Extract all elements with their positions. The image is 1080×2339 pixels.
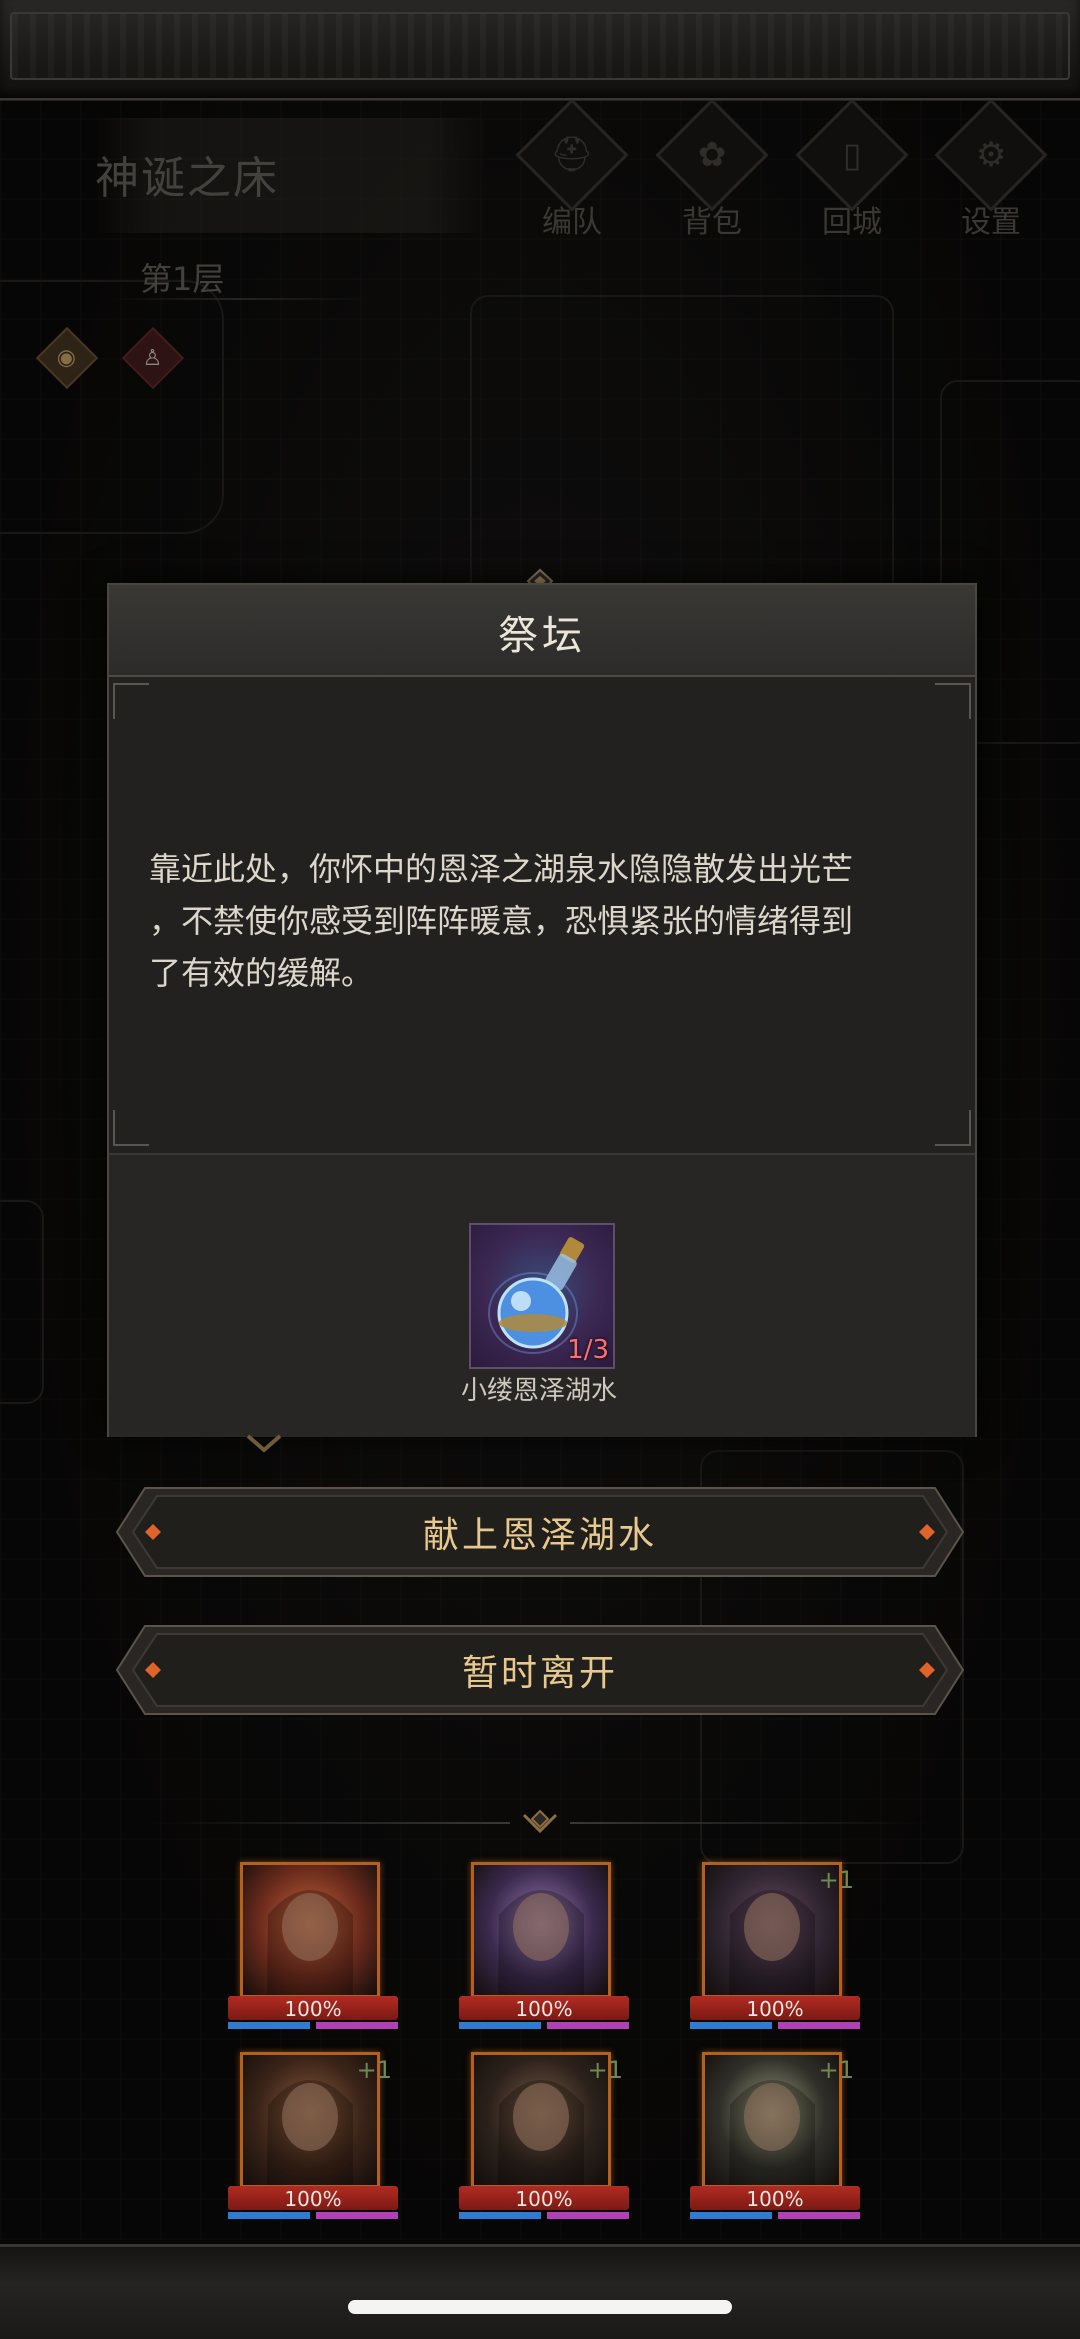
reward-item-name: 小缕恩泽湖水 <box>460 1376 617 1406</box>
hero-hp-text: 100% <box>746 1997 804 2021</box>
leave-label: 暂时离开 <box>461 1653 618 1694</box>
hero-mp-bar <box>690 2022 772 2029</box>
offer-water-button[interactable]: 献上恩泽湖水 <box>115 1486 965 1578</box>
chevron-down-icon <box>246 1434 282 1453</box>
leave-button[interactable]: 暂时离开 <box>115 1624 965 1716</box>
hero-hp-text: 100% <box>515 2187 573 2211</box>
dialog-description: 靠近此处，你怀中的恩泽之湖泉水隐隐散发出光芒 ，不禁使你感受到阵阵暖意，恐惧紧张… <box>149 850 854 992</box>
party-divider <box>570 1822 930 1824</box>
hero-sp-bar <box>778 2212 860 2219</box>
hero-hp-text: 100% <box>515 1997 573 2021</box>
hero-mp-bar <box>459 2022 541 2029</box>
offer-water-label: 献上恩泽湖水 <box>422 1515 657 1556</box>
top-frame <box>0 0 1080 101</box>
hero-bonus: +1 <box>587 2056 623 2084</box>
hero-bonus: +1 <box>818 2056 854 2084</box>
hero-portrait <box>471 1862 611 1998</box>
hero-mp-bar <box>459 2212 541 2219</box>
hero-portrait <box>240 1862 380 1998</box>
item-count: 1/3 <box>567 1335 609 1365</box>
hero-hp-text: 100% <box>284 1997 342 2021</box>
party-member[interactable]: +1 100% <box>459 2052 629 2228</box>
corner-ornament <box>935 1110 971 1146</box>
hero-mp-bar <box>228 2212 310 2219</box>
corner-ornament <box>935 683 971 719</box>
hero-sp-bar <box>316 2022 398 2029</box>
hero-sp-bar <box>778 2022 860 2029</box>
hero-bonus: +1 <box>356 2056 392 2084</box>
reward-item-slot[interactable]: 1/3 <box>469 1223 615 1369</box>
hero-hp-text: 100% <box>284 2187 342 2211</box>
home-indicator[interactable] <box>348 2300 732 2314</box>
altar-dialog: 祭坛 靠近此处，你怀中的恩泽之湖泉水隐隐散发出光芒 ，不禁使你感受到阵阵暖意，恐… <box>107 583 977 1437</box>
corner-ornament <box>113 1110 149 1146</box>
hero-hp-text: 100% <box>746 2187 804 2211</box>
hero-mp-bar <box>228 2022 310 2029</box>
party-member[interactable]: 100% <box>459 1862 629 2038</box>
hero-bonus: +1 <box>818 1866 854 1894</box>
corner-ornament <box>113 683 149 719</box>
hero-sp-bar <box>547 2022 629 2029</box>
hero-sp-bar <box>547 2212 629 2219</box>
hero-mp-bar <box>690 2212 772 2219</box>
party-member[interactable]: 100% <box>228 1862 398 2038</box>
party-divider <box>150 1822 510 1824</box>
hero-face-icon <box>498 1890 584 1995</box>
party-member[interactable]: +1 100% <box>228 2052 398 2228</box>
party-ornament-icon <box>522 1809 558 1834</box>
hero-face-icon <box>267 1890 353 1995</box>
dialog-title: 祭坛 <box>498 613 586 659</box>
party-member[interactable]: +1 100% <box>690 1862 860 2038</box>
party-member[interactable]: +1 100% <box>690 2052 860 2228</box>
hero-sp-bar <box>316 2212 398 2219</box>
bottom-frame <box>0 2244 1080 2339</box>
